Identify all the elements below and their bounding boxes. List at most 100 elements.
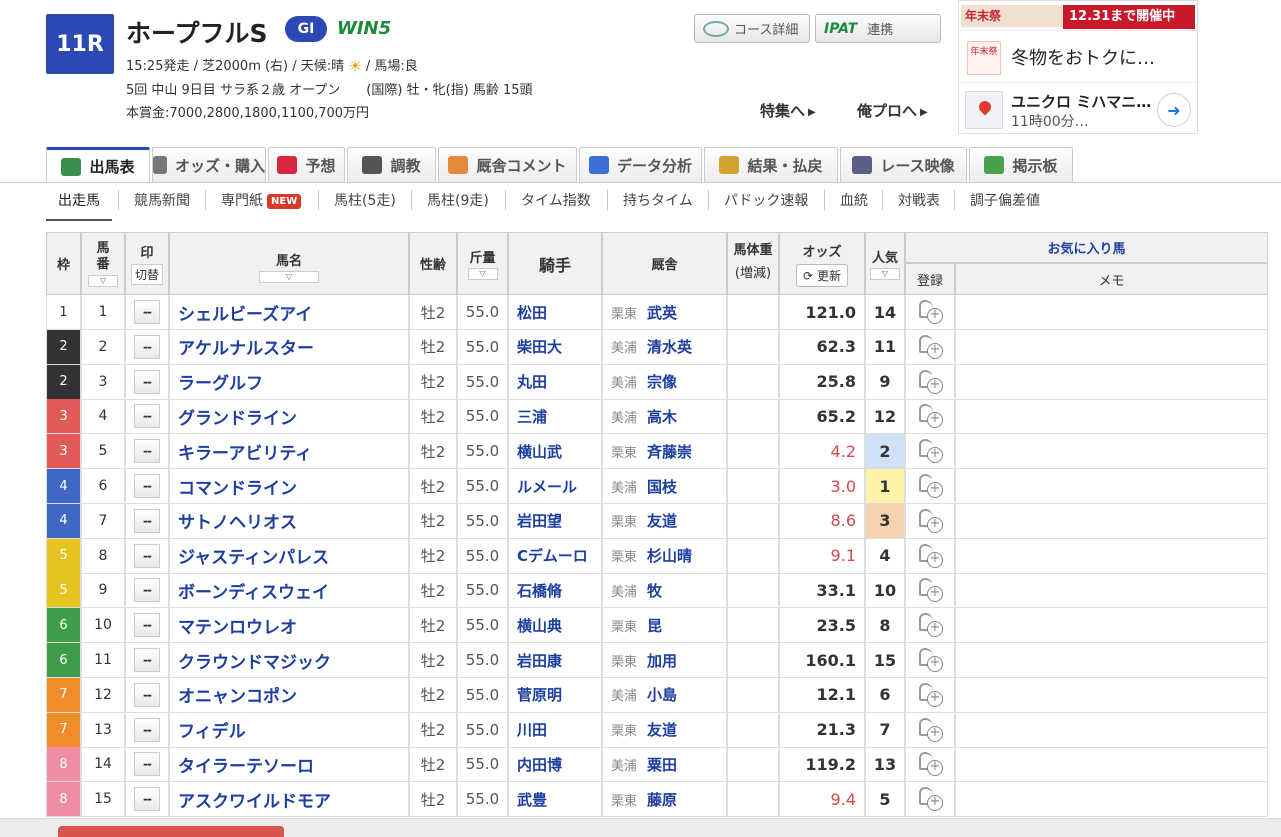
trainer-link[interactable]: 小島 <box>647 684 677 705</box>
mark-button[interactable]: -- <box>134 439 160 464</box>
horse-name-link[interactable]: ボーンディスウェイ <box>169 573 409 609</box>
add-favorite-horse-icon[interactable]: + <box>917 543 943 569</box>
jockey-link[interactable]: 菅原明 <box>508 677 602 713</box>
add-favorite-horse-icon[interactable]: + <box>917 369 943 395</box>
subnav-item-4[interactable]: 馬柱(9走) <box>425 190 491 210</box>
trainer-link[interactable]: 友道 <box>647 510 677 531</box>
jockey-link[interactable]: 柴田大 <box>508 329 602 365</box>
add-favorite-horse-icon[interactable]: + <box>917 717 943 743</box>
mark-toggle-button[interactable]: 切替 <box>130 264 163 285</box>
header-kin[interactable]: 斤量 ▽ <box>457 232 508 295</box>
sort-icon[interactable]: ▽ <box>88 274 118 287</box>
tab-8[interactable]: 掲示板 <box>969 147 1073 182</box>
memo-cell[interactable] <box>955 573 1268 609</box>
add-favorite-horse-icon[interactable]: + <box>917 612 943 638</box>
memo-cell[interactable] <box>955 469 1268 504</box>
header-pop[interactable]: 人気 ▽ <box>865 232 905 295</box>
trainer-link[interactable]: 清水英 <box>647 336 692 357</box>
trainer-link[interactable]: 粟田 <box>647 754 677 775</box>
memo-cell[interactable] <box>955 434 1268 470</box>
trainer-link[interactable]: 斉藤崇 <box>647 441 692 462</box>
subnav-item-1[interactable]: 競馬新聞 <box>132 190 192 210</box>
ipat-link-button[interactable]: IPAT 連携 <box>815 14 941 43</box>
tab-3[interactable]: 調教 <box>347 147 436 182</box>
subnav-item-9[interactable]: 対戦表 <box>896 190 942 210</box>
trainer-link[interactable]: 友道 <box>647 719 677 740</box>
subnav-item-5[interactable]: タイム指数 <box>519 190 593 210</box>
jockey-link[interactable]: 横山典 <box>508 608 602 644</box>
memo-cell[interactable] <box>955 329 1268 365</box>
trainer-link[interactable]: 加用 <box>647 650 677 671</box>
jockey-link[interactable]: 横山武 <box>508 434 602 470</box>
jockey-link[interactable]: 松田 <box>508 295 602 330</box>
mark-button[interactable]: -- <box>134 648 160 672</box>
horse-name-link[interactable]: アスクワイルドモア <box>169 782 409 818</box>
memo-cell[interactable] <box>955 677 1268 713</box>
add-favorite-horse-icon[interactable]: + <box>917 786 943 812</box>
horse-name-link[interactable]: フィデル <box>169 712 409 748</box>
subnav-item-7[interactable]: パドック速報 <box>722 190 810 210</box>
trainer-link[interactable]: 国枝 <box>647 476 677 497</box>
memo-cell[interactable] <box>955 643 1268 678</box>
jockey-link[interactable]: 丸田 <box>508 364 602 400</box>
ad-panel[interactable]: 年末祭 12.31まで開催中 年末祭 冬物をおトクに… ユニクロ ミハマニ… 1… <box>958 0 1198 134</box>
ad-item-store[interactable]: ユニクロ ミハマニ… 11時00分… ➜ <box>959 85 1197 133</box>
add-favorite-horse-icon[interactable]: + <box>917 682 943 708</box>
trainer-link[interactable]: 宗像 <box>647 371 677 392</box>
ad-banner[interactable]: 年末祭 12.31まで開催中 <box>959 1 1197 31</box>
horse-name-link[interactable]: サトノヘリオス <box>169 503 409 539</box>
horse-name-link[interactable]: タイラーテソーロ <box>169 747 409 783</box>
jockey-link[interactable]: ルメール <box>508 469 602 504</box>
mark-button[interactable]: -- <box>134 787 160 812</box>
memo-cell[interactable] <box>955 503 1268 539</box>
directions-icon[interactable]: ➜ <box>1157 93 1191 127</box>
mark-button[interactable]: -- <box>134 369 160 394</box>
trainer-link[interactable]: 藤原 <box>647 789 677 810</box>
mark-button[interactable]: -- <box>134 578 160 603</box>
horse-name-link[interactable]: ラーグルフ <box>169 364 409 400</box>
memo-cell[interactable] <box>955 538 1268 574</box>
refresh-button[interactable]: ⟳ 更新 <box>796 263 848 287</box>
mark-button[interactable]: -- <box>134 508 160 533</box>
memo-cell[interactable] <box>955 399 1268 435</box>
mark-button[interactable]: -- <box>134 682 160 707</box>
horse-name-link[interactable]: マテンロウレオ <box>169 608 409 644</box>
tab-1[interactable]: オッズ・購入 <box>152 147 266 182</box>
trainer-link[interactable]: 昆 <box>647 615 662 636</box>
horse-name-link[interactable]: グランドライン <box>169 399 409 435</box>
horse-name-link[interactable]: コマンドライン <box>169 469 409 504</box>
mark-button[interactable]: -- <box>134 752 160 777</box>
sort-icon[interactable]: ▽ <box>467 268 498 280</box>
trainer-link[interactable]: 高木 <box>647 406 677 427</box>
subnav-item-8[interactable]: 血統 <box>838 190 870 210</box>
tab-4[interactable]: 厩舎コメント <box>438 147 577 182</box>
jockey-link[interactable]: 石橋脩 <box>508 573 602 609</box>
add-favorite-horse-icon[interactable]: + <box>917 577 943 603</box>
mark-button[interactable]: -- <box>134 404 160 429</box>
mark-button[interactable]: -- <box>134 613 160 638</box>
add-favorite-horse-icon[interactable]: + <box>917 508 943 534</box>
jockey-link[interactable]: Cデムーロ <box>508 538 602 574</box>
sort-icon[interactable]: ▽ <box>870 268 900 280</box>
feature-link[interactable]: 特集へ ▶ <box>760 100 816 121</box>
tab-2[interactable]: 予想 <box>268 147 345 182</box>
memo-cell[interactable] <box>955 295 1268 330</box>
subnav-item-6[interactable]: 持ちタイム <box>621 190 695 210</box>
add-favorite-horse-icon[interactable]: + <box>917 647 943 673</box>
tab-5[interactable]: データ分析 <box>579 147 702 182</box>
mark-button[interactable]: -- <box>134 334 160 359</box>
horse-name-link[interactable]: クラウンドマジック <box>169 643 409 678</box>
tab-6[interactable]: 結果・払戻 <box>704 147 838 182</box>
add-favorite-horse-icon[interactable]: + <box>917 334 943 360</box>
header-umaban[interactable]: 馬番 ▽ <box>81 232 125 295</box>
ad-item-sale[interactable]: 年末祭 冬物をおトクに… <box>959 35 1197 83</box>
bottom-red-button[interactable] <box>58 826 284 837</box>
tab-0[interactable]: 出馬表 <box>46 147 150 183</box>
horse-name-link[interactable]: ジャスティンパレス <box>169 538 409 574</box>
memo-cell[interactable] <box>955 364 1268 400</box>
mark-button[interactable]: -- <box>134 543 160 568</box>
add-favorite-horse-icon[interactable]: + <box>917 751 943 777</box>
subnav-item-3[interactable]: 馬柱(5走) <box>332 190 398 210</box>
jockey-link[interactable]: 三浦 <box>508 399 602 435</box>
jockey-link[interactable]: 武豊 <box>508 782 602 818</box>
